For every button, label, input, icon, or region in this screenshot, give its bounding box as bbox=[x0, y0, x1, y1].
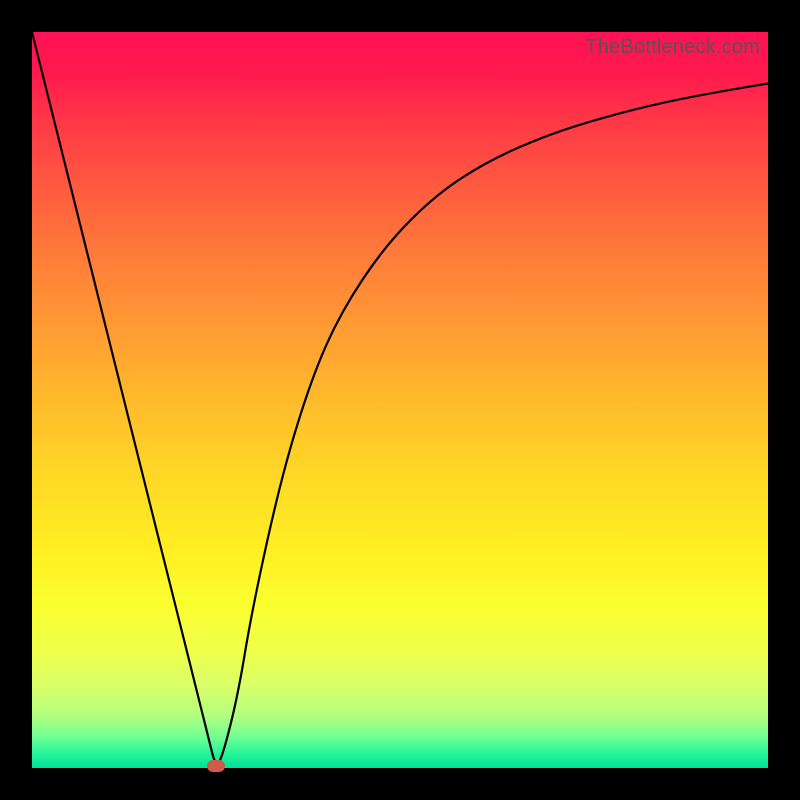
chart-frame: TheBottleneck.com bbox=[0, 0, 800, 800]
plot-area: TheBottleneck.com bbox=[32, 32, 768, 768]
bottleneck-curve bbox=[32, 32, 768, 768]
min-marker bbox=[207, 760, 225, 772]
